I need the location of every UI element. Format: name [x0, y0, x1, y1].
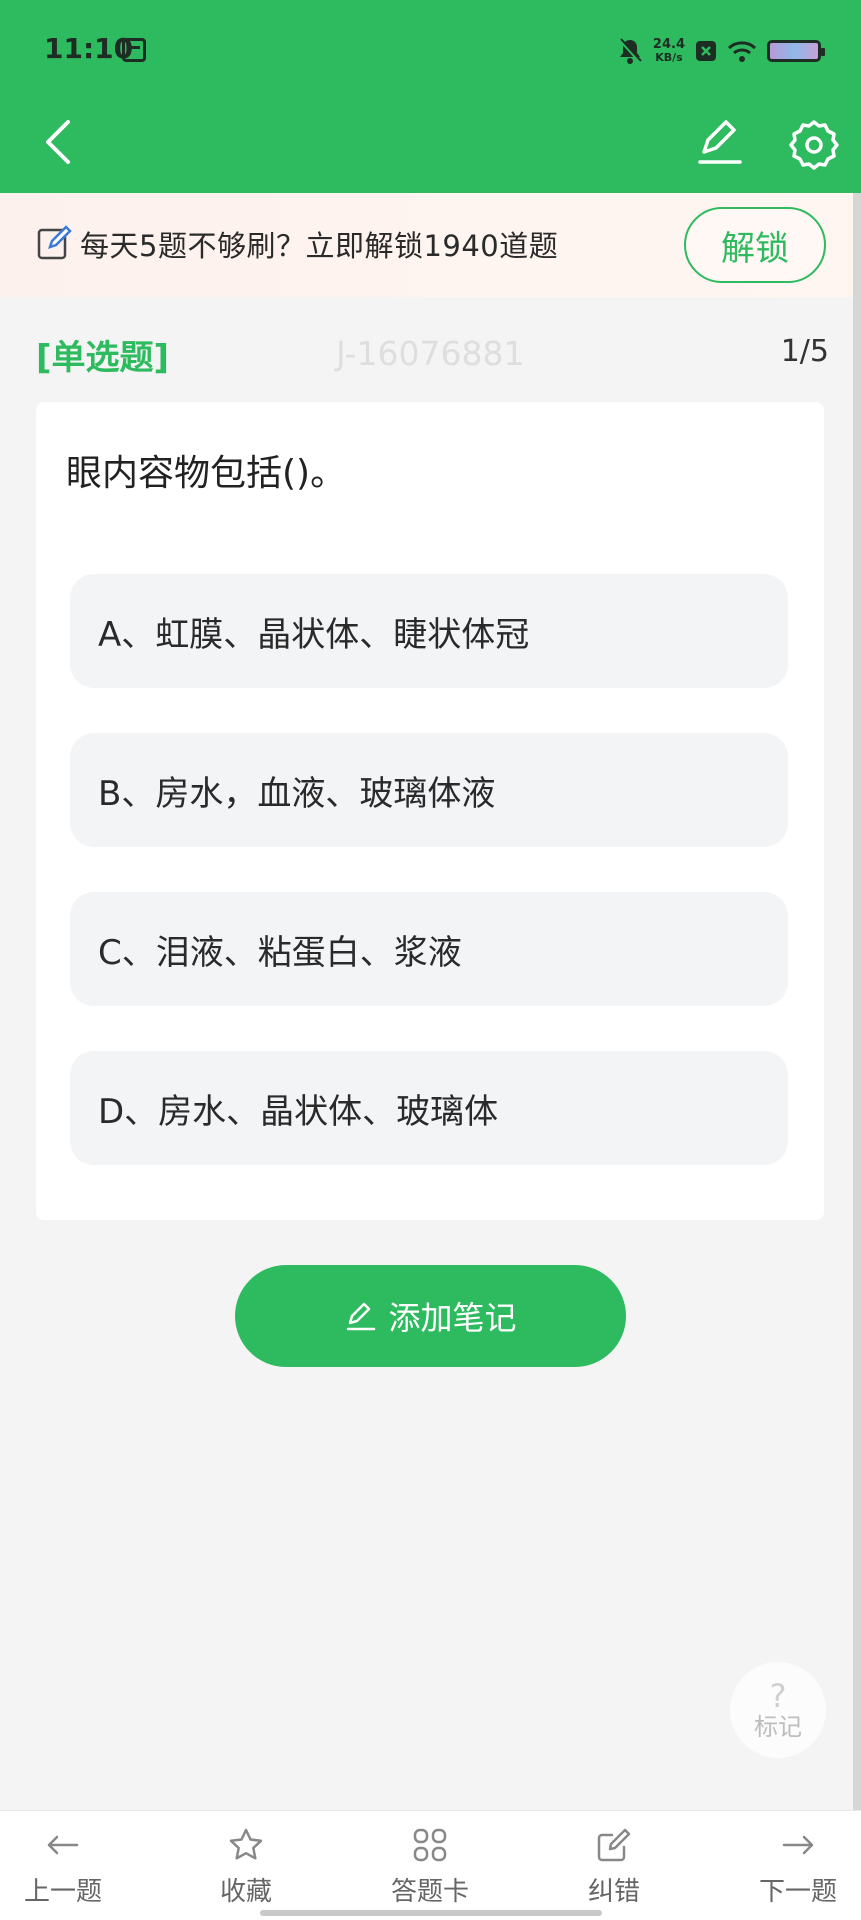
unlock-banner: 每天5题不够刷？立即解锁1940道题 解锁 — [0, 193, 861, 297]
battery-icon — [767, 40, 825, 62]
question-text: 眼内容物包括()。 — [66, 453, 347, 494]
status-bar: 11:10 24.4 KB/s — [0, 0, 861, 100]
answer-card-button[interactable]: 答题卡 — [365, 1825, 495, 1909]
unlock-button[interactable]: 解锁 — [684, 207, 826, 283]
grid-icon — [413, 1828, 447, 1862]
question-progress: 1/5 — [780, 334, 829, 369]
banner-text: 每天5题不够刷？立即解锁1940道题 — [80, 229, 559, 263]
nav-label: 上一题 — [23, 1877, 102, 1907]
option-label: D、房水、晶状体、玻璃体 — [98, 1091, 499, 1132]
network-speed-unit: KB/s — [655, 51, 683, 64]
report-error-button[interactable]: 纠错 — [549, 1825, 679, 1909]
home-indicator[interactable] — [260, 1910, 602, 1916]
question-id: J-16076881 — [336, 334, 525, 373]
question-mark-icon: ? — [769, 1677, 787, 1715]
settings-button[interactable] — [784, 112, 844, 172]
arrow-left-icon — [47, 1835, 79, 1855]
scroll-edge — [853, 193, 861, 1920]
question-type: [单选题] — [36, 338, 170, 378]
network-speed: 24.4 KB/s — [653, 38, 685, 64]
note-edit-icon — [37, 225, 72, 260]
option-label: B、房水，血液、玻璃体液 — [98, 773, 496, 814]
option-d[interactable]: D、房水、晶状体、玻璃体 — [70, 1051, 788, 1165]
arrow-right-icon — [782, 1835, 814, 1855]
bottom-nav: 上一题 收藏 答题卡 纠错 下一题 — [0, 1810, 861, 1920]
add-note-label: 添加笔记 — [388, 1299, 517, 1337]
notification-x-icon — [696, 41, 716, 61]
option-label: A、虹膜、晶状体、睫状体冠 — [98, 614, 530, 655]
mark-label: 标记 — [754, 1713, 802, 1741]
network-speed-value: 24.4 — [652, 37, 685, 52]
nav-label: 收藏 — [219, 1877, 272, 1907]
edit-button[interactable] — [690, 112, 750, 172]
mute-bell-icon — [618, 38, 642, 64]
app-header — [0, 100, 861, 193]
option-label: C、泪液、粘蛋白、浆液 — [98, 932, 462, 973]
status-icons: 24.4 KB/s — [617, 34, 825, 68]
mark-button[interactable]: ? 标记 — [730, 1662, 826, 1758]
prev-question-button[interactable]: 上一题 — [0, 1825, 128, 1909]
favorite-button[interactable]: 收藏 — [181, 1825, 311, 1909]
wifi-icon — [727, 41, 757, 62]
option-a[interactable]: A、虹膜、晶状体、睫状体冠 — [70, 574, 788, 688]
star-icon — [229, 1828, 263, 1860]
pencil-icon — [698, 120, 742, 164]
next-question-button[interactable]: 下一题 — [733, 1825, 861, 1909]
chevron-left-icon — [46, 120, 70, 164]
edit-square-icon — [597, 1828, 631, 1862]
option-c[interactable]: C、泪液、粘蛋白、浆液 — [70, 892, 788, 1006]
nav-label: 答题卡 — [390, 1877, 469, 1907]
status-time: 11:10 — [44, 32, 134, 65]
nav-label: 下一题 — [758, 1877, 837, 1907]
question-card: 眼内容物包括()。 A、虹膜、晶状体、睫状体冠 B、房水，血液、玻璃体液 C、泪… — [36, 402, 824, 1220]
nav-label: 纠错 — [587, 1877, 640, 1907]
gear-icon — [789, 120, 839, 170]
pencil-icon — [347, 1302, 376, 1331]
back-button[interactable] — [32, 112, 92, 172]
calendar-icon — [122, 38, 146, 62]
add-note-button[interactable]: 添加笔记 — [235, 1265, 626, 1367]
option-b[interactable]: B、房水，血液、玻璃体液 — [70, 733, 788, 847]
